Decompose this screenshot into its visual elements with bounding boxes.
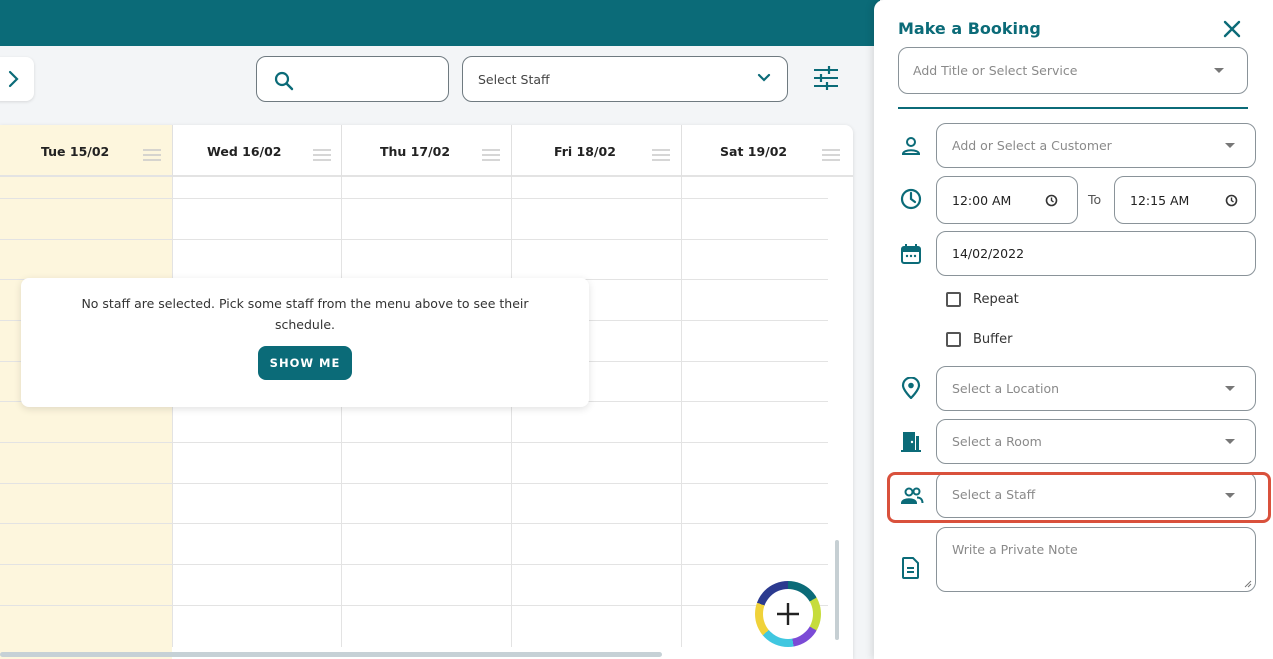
repeat-label: Repeat [973,292,1019,307]
staff-select[interactable]: Select Staff [462,56,788,102]
staff-field-highlight [887,472,1271,523]
menu-icon[interactable] [822,149,840,161]
day-header[interactable]: Fri 18/02 [512,125,682,177]
end-time-input[interactable]: 12:15 AM [1114,176,1256,224]
grid-line [0,198,828,199]
filter-settings-icon[interactable] [812,66,840,90]
day-label: Wed 16/02 [207,144,282,159]
clock-icon [900,188,922,210]
date-value: 14/02/2022 [952,246,1025,261]
fab-inner [763,589,813,639]
calendar-icon [901,244,921,264]
booking-panel: Make a Booking Add Title or Select Servi… [874,0,1273,659]
day-label: Fri 18/02 [554,144,616,159]
grid-line [0,442,828,443]
staff-select-label: Select Staff [478,72,550,87]
day-header[interactable]: Sat 19/02 [682,125,853,177]
day-label: Thu 17/02 [380,144,451,159]
location-pin-icon [901,377,921,399]
document-icon [902,557,919,579]
note-placeholder: Write a Private Note [952,542,1078,557]
location-select[interactable]: Select a Location [936,366,1256,411]
day-header[interactable]: Wed 16/02 [173,125,342,177]
dropdown-arrow-icon [1225,386,1235,391]
customer-placeholder: Add or Select a Customer [952,138,1112,153]
buffer-label: Buffer [973,332,1013,347]
show-me-button[interactable]: SHOW ME [258,346,352,380]
grid-line [0,605,828,606]
day-header[interactable]: Tue 15/02 [0,125,173,177]
search-icon [274,71,294,91]
private-note-textarea[interactable]: Write a Private Note [936,527,1256,592]
search-box[interactable] [256,56,449,102]
dropdown-arrow-icon [1225,143,1235,148]
title-select-placeholder: Add Title or Select Service [913,63,1078,78]
start-time-input[interactable]: 12:00 AM [936,176,1078,224]
horizontal-scrollbar[interactable] [0,652,662,657]
menu-icon[interactable] [143,149,161,161]
date-input[interactable]: 14/02/2022 [936,231,1256,276]
to-label: To [1088,192,1102,207]
menu-icon[interactable] [482,149,500,161]
chevron-right-icon [8,70,19,88]
title-service-select[interactable]: Add Title or Select Service [898,47,1248,94]
room-select[interactable]: Select a Room [936,419,1256,464]
panel-title: Make a Booking [898,19,1041,38]
clock-small-icon[interactable] [1225,194,1238,207]
end-time-value: 12:15 AM [1130,193,1190,208]
calendar-header: Tue 15/02 Wed 16/02 Thu 17/02 Fri 18/02 … [0,125,853,177]
menu-icon[interactable] [652,149,670,161]
chevron-down-icon [757,73,771,82]
grid-line [0,523,828,524]
vertical-scrollbar[interactable] [835,540,839,640]
add-booking-fab[interactable] [755,581,821,647]
clock-small-icon[interactable] [1045,194,1058,207]
dropdown-arrow-icon [1214,68,1224,73]
person-icon [901,137,921,155]
grid-line [341,177,342,647]
grid-line [511,177,512,647]
close-icon[interactable] [1223,20,1241,38]
grid-line [0,564,828,565]
day-label: Tue 15/02 [41,144,110,159]
no-staff-notice: No staff are selected. Pick some staff f… [21,278,589,407]
top-bar [0,0,880,46]
resize-grip-icon[interactable] [1243,579,1252,588]
notice-text: No staff are selected. Pick some staff f… [81,296,529,332]
buffer-checkbox[interactable] [946,332,961,347]
dropdown-arrow-icon [1225,439,1235,444]
day-label: Sat 19/02 [720,144,788,159]
repeat-checkbox[interactable] [946,292,961,307]
divider [898,107,1248,109]
customer-select[interactable]: Add or Select a Customer [936,123,1256,168]
menu-icon[interactable] [313,149,331,161]
day-header[interactable]: Thu 17/02 [342,125,512,177]
search-input[interactable] [303,65,438,93]
location-placeholder: Select a Location [952,381,1060,396]
room-placeholder: Select a Room [952,434,1042,449]
grid-line [681,177,682,647]
grid-line [172,177,173,647]
start-time-value: 12:00 AM [952,193,1012,208]
door-icon [901,432,921,452]
next-week-button[interactable] [0,57,34,101]
grid-line [0,239,828,240]
today-column-bg [0,177,172,659]
grid-line [0,483,828,484]
plus-icon [777,603,799,625]
